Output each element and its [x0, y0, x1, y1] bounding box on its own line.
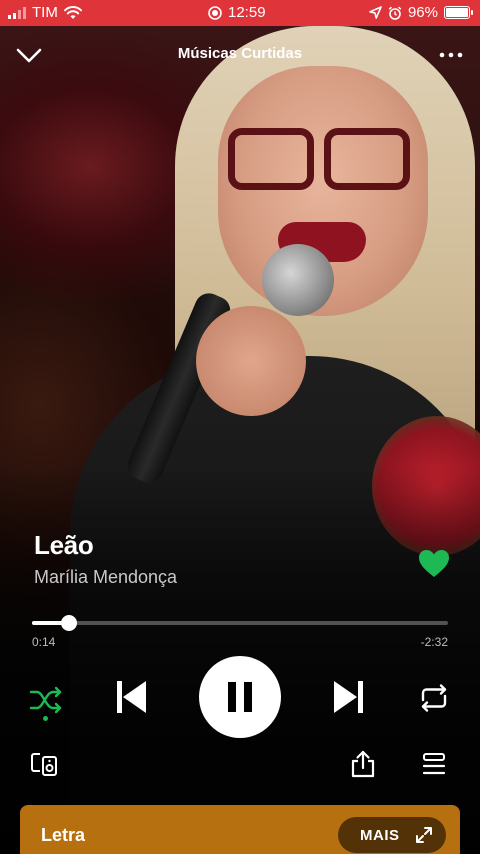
status-right: 96%	[369, 4, 473, 21]
status-center: 12:59	[208, 4, 266, 21]
player-header: Músicas Curtidas	[0, 38, 480, 72]
track-artist[interactable]: Marília Mendonça	[34, 567, 414, 588]
repeat-icon	[421, 684, 447, 712]
shuffle-button[interactable]	[26, 680, 66, 720]
signal-icon	[8, 6, 26, 19]
video-glasses-left	[228, 128, 314, 190]
shuffle-active-dot	[43, 716, 48, 721]
queue-button[interactable]	[416, 746, 452, 782]
video-mic-head	[262, 244, 334, 316]
status-bar: TIM 12:59 96%	[0, 0, 480, 26]
queue-icon	[422, 753, 446, 775]
wifi-icon	[63, 5, 82, 19]
pause-icon	[228, 682, 252, 712]
video-hand	[196, 306, 306, 416]
skip-next-icon	[334, 681, 363, 713]
lyrics-card[interactable]: Letra MAIS	[20, 805, 460, 854]
lyrics-more-button[interactable]: MAIS	[338, 817, 446, 853]
devices-button[interactable]	[26, 746, 62, 782]
shuffle-icon	[29, 686, 62, 714]
repeat-button[interactable]	[414, 678, 454, 718]
elapsed-time: 0:14	[32, 635, 56, 649]
expand-icon	[416, 827, 432, 843]
skip-previous-icon	[117, 681, 146, 713]
pause-button[interactable]	[199, 656, 281, 738]
previous-button[interactable]	[110, 676, 152, 718]
share-icon	[351, 750, 375, 778]
remaining-time: -2:32	[420, 635, 448, 649]
video-glasses-right	[324, 128, 410, 190]
progress-bar[interactable]	[32, 615, 448, 631]
carrier-label: TIM	[32, 4, 58, 21]
battery-percent: 96%	[407, 4, 438, 21]
share-button[interactable]	[345, 746, 381, 782]
heart-icon[interactable]	[416, 546, 452, 582]
playlist-title: Músicas Curtidas	[177, 45, 303, 62]
more-horizontal-icon[interactable]	[436, 40, 466, 70]
lyrics-label: Letra	[41, 825, 86, 845]
devices-icon	[31, 753, 57, 776]
lyrics-more-label: MAIS	[360, 826, 400, 844]
next-button[interactable]	[328, 676, 370, 718]
battery-icon	[444, 6, 473, 19]
track-title[interactable]: Leão	[34, 530, 414, 561]
track-info: Leão Marília Mendonça	[34, 530, 414, 588]
screen-record-icon	[208, 5, 222, 20]
status-time: 12:59	[228, 4, 266, 21]
status-left: TIM	[8, 4, 82, 21]
alarm-icon	[388, 6, 402, 20]
location-icon	[369, 6, 382, 19]
